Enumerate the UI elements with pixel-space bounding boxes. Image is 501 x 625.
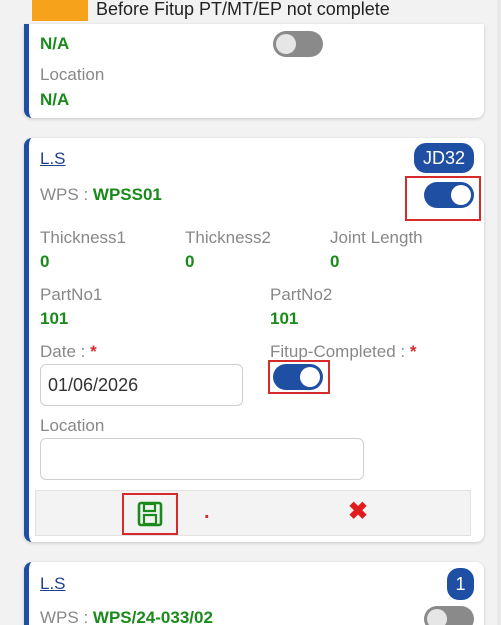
thickness1-label: Thickness1 — [40, 228, 126, 247]
legend-text: Before Fitup PT/MT/EP not complete — [96, 0, 390, 19]
legend-swatch — [32, 0, 88, 21]
previous-card-value: N/A — [40, 34, 70, 53]
save-icon — [137, 501, 163, 527]
thickness2-value: 0 — [185, 252, 195, 271]
scrollbar[interactable] — [497, 0, 501, 625]
partno2-label: PartNo2 — [270, 285, 333, 304]
joint-card-next: L.S 1 WPS : WPS/24-033/02 — [24, 562, 484, 625]
date-required-mark: * — [90, 342, 97, 361]
fitup-completed-label: Fitup-Completed : * — [270, 342, 417, 361]
partno1-value: 101 — [40, 309, 69, 328]
status-legend: Before Fitup PT/MT/EP not complete — [32, 0, 492, 26]
joint-length-label: Joint Length — [330, 228, 423, 247]
date-input[interactable] — [40, 364, 243, 406]
joint-card-main: L.S JD32 WPS : WPSS01 Thickness1 0 Thick… — [24, 138, 484, 542]
next-wps-value: WPS/24-033/02 — [92, 608, 213, 625]
card-title-link[interactable]: L.S — [40, 149, 66, 169]
thickness2-label: Thickness2 — [185, 228, 271, 247]
save-button[interactable] — [122, 493, 178, 535]
cancel-button[interactable]: ✖ — [348, 497, 368, 526]
wps-value: WPSS01 — [92, 185, 162, 204]
partno1-label: PartNo1 — [40, 285, 103, 304]
joint-length-value: 0 — [330, 252, 340, 271]
status-dot: . — [204, 501, 210, 523]
previous-card-toggle[interactable] — [273, 31, 323, 57]
partno2-value: 101 — [270, 309, 299, 328]
fitup-required-mark: * — [409, 342, 417, 361]
date-label: Date : * — [40, 342, 97, 361]
location-input[interactable] — [40, 438, 364, 480]
card-action-bar: . ✖ — [35, 490, 471, 536]
next-card-badge: 1 — [447, 568, 474, 600]
joint-card-previous: N/A Location N/A — [24, 24, 484, 118]
joint-badge: JD32 — [414, 143, 474, 173]
location-label: Location — [40, 416, 105, 435]
next-wps-label: WPS : WPS/24-033/02 — [40, 608, 213, 625]
wps-label: WPS : WPSS01 — [40, 185, 162, 204]
next-card-title-link[interactable]: L.S — [40, 574, 66, 594]
next-card-toggle[interactable] — [424, 606, 474, 625]
thickness1-value: 0 — [40, 252, 50, 271]
fitup-completed-toggle[interactable] — [273, 364, 323, 390]
previous-location-value: N/A — [40, 90, 70, 109]
previous-location-label: Location — [40, 65, 105, 84]
wps-toggle[interactable] — [424, 182, 474, 208]
